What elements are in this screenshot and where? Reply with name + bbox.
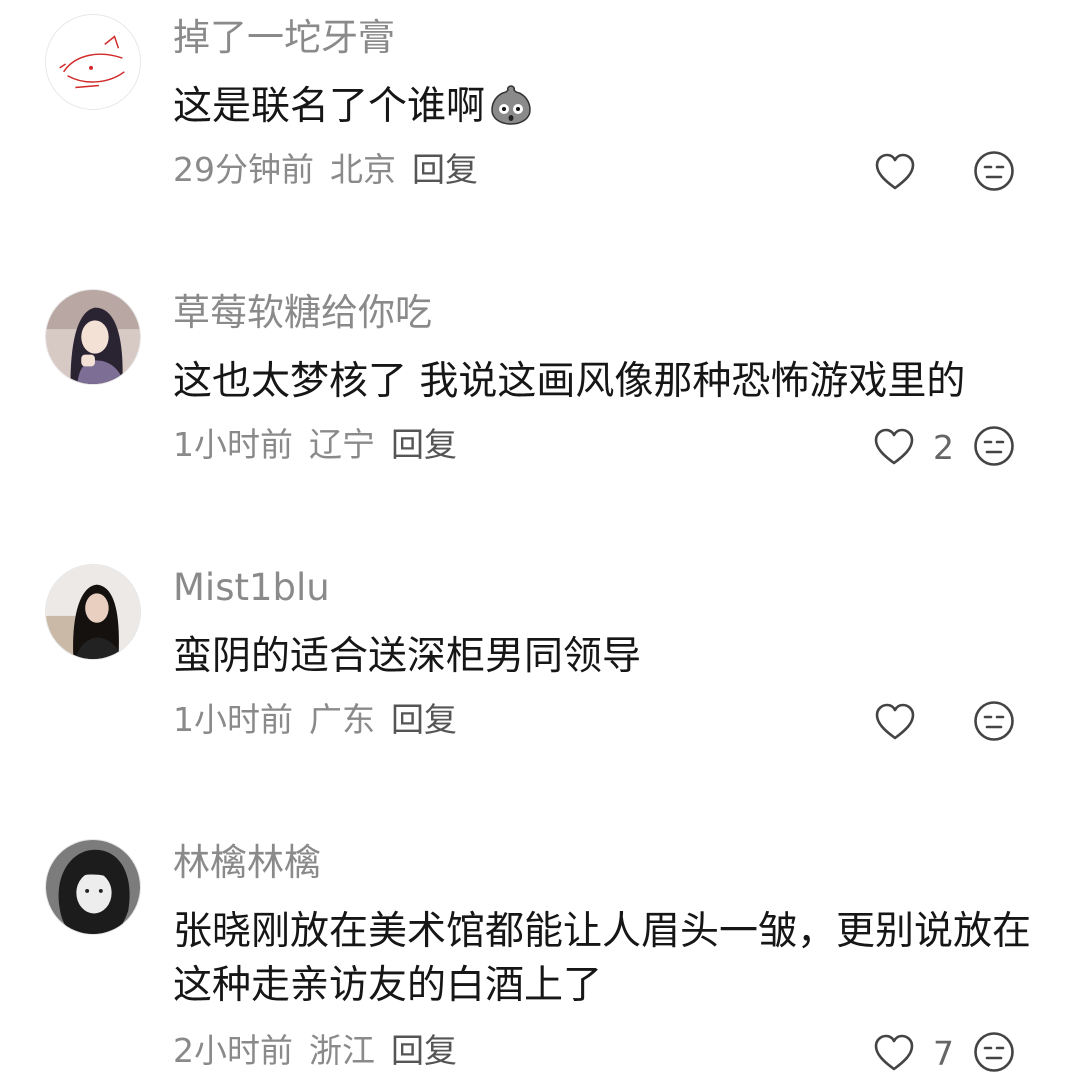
avatar[interactable] (45, 564, 141, 660)
shocked-face-emoji-icon (491, 85, 531, 125)
like-button[interactable]: 7 (873, 1031, 954, 1075)
location: 北京 (330, 150, 396, 189)
username[interactable]: Mist1blu (173, 564, 330, 612)
comment-text: 这是联名了个谁啊 (173, 80, 1033, 134)
timestamp: 1小时前 (173, 700, 293, 739)
unamused-face-icon[interactable] (973, 425, 1015, 467)
username[interactable]: 草莓软糖给你吃 (173, 289, 432, 337)
heart-outline-icon (874, 428, 914, 465)
comment-text: 张晓刚放在美术馆都能让人眉头一皱，更别说放在这种走亲访友的白酒上了 (173, 909, 1032, 1008)
avatar[interactable] (45, 14, 141, 110)
avatar[interactable] (45, 289, 141, 385)
username[interactable]: 掉了一坨牙膏 (173, 14, 395, 62)
heart-outline-icon (875, 153, 915, 190)
timestamp: 29分钟前 (173, 150, 314, 189)
timestamp: 1小时前 (173, 425, 293, 464)
avatar[interactable] (45, 839, 141, 935)
comment-meta: 29分钟前 北京 回复 (173, 148, 494, 192)
location: 浙江 (309, 1031, 375, 1070)
comment-text: 蛮阴的适合送深柜男同领导 (173, 634, 642, 679)
like-button[interactable]: 2 (873, 425, 954, 469)
comment-meta: 1小时前 广东 回复 (173, 698, 473, 742)
comment-text: 这也太梦核了 我说这画风像那种恐怖游戏里的 (173, 359, 966, 404)
like-button[interactable] (874, 150, 954, 194)
reply-button[interactable]: 回复 (391, 425, 457, 464)
heart-outline-icon (874, 1034, 914, 1071)
location: 广东 (309, 700, 375, 739)
unamused-face-icon[interactable] (973, 1031, 1015, 1073)
reply-button[interactable]: 回复 (391, 700, 457, 739)
reply-button[interactable]: 回复 (391, 1031, 457, 1070)
location: 辽宁 (309, 425, 375, 464)
unamused-face-icon[interactable] (973, 700, 1015, 742)
like-button[interactable] (874, 700, 954, 744)
comment-meta: 2小时前 浙江 回复 (173, 1029, 473, 1073)
comment-meta: 1小时前 辽宁 回复 (173, 423, 473, 467)
reply-button[interactable]: 回复 (412, 150, 478, 189)
like-count: 2 (933, 427, 954, 467)
unamused-face-icon[interactable] (973, 150, 1015, 192)
like-count: 7 (933, 1033, 954, 1073)
comment-text-content: 这是联名了个谁啊 (173, 84, 486, 129)
username[interactable]: 林檎林檎 (173, 839, 321, 887)
timestamp: 2小时前 (173, 1031, 293, 1070)
heart-outline-icon (875, 703, 915, 740)
